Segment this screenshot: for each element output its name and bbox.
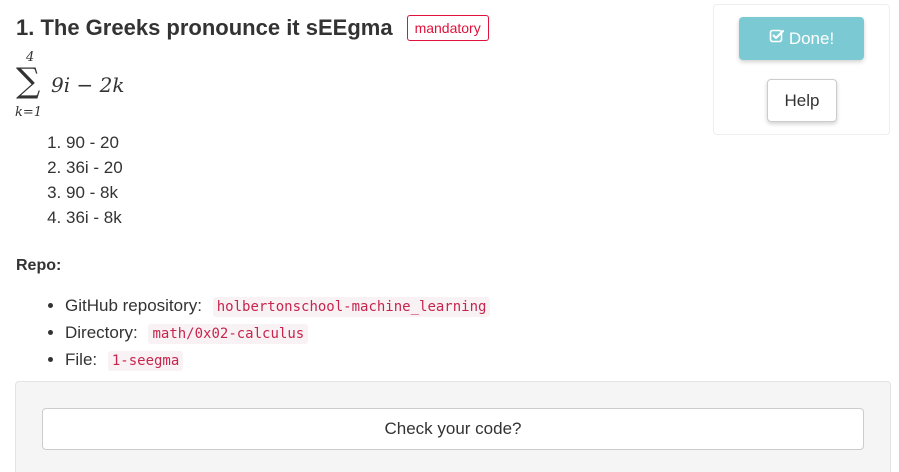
sum-lower-limit: k=1 — [15, 105, 43, 120]
done-button[interactable]: Done! — [739, 17, 864, 60]
answer-choice: 90 - 20 — [66, 130, 123, 155]
answer-choice: 36i - 8k — [66, 205, 123, 230]
answer-choice: 36i - 20 — [66, 155, 123, 180]
repo-item-value: holbertonschool-machine_learning — [212, 297, 491, 317]
done-button-label: Done! — [788, 28, 835, 48]
repo-details: GitHub repository: holbertonschool-machi… — [25, 293, 491, 374]
check-code-well: Check your code? — [15, 381, 891, 472]
task-actions-panel: Done! Help — [713, 4, 890, 135]
repo-item-label: Directory: — [65, 323, 138, 342]
task-page: 1. The Greeks pronounce it sEEgma mandat… — [0, 0, 899, 472]
repo-item-file: File: 1-seegma — [65, 347, 490, 374]
help-button[interactable]: Help — [767, 79, 837, 122]
repo-item-repository: GitHub repository: holbertonschool-machi… — [65, 293, 491, 320]
repo-item-label: GitHub repository: — [65, 296, 202, 315]
answer-choices: 90 - 20 36i - 20 90 - 8k 36i - 8k — [26, 130, 123, 230]
repo-heading: Repo: — [16, 257, 62, 274]
repo-item-label: File: — [65, 350, 98, 369]
sum-symbol: ∑ — [16, 61, 41, 101]
answer-choice: 90 - 8k — [66, 180, 123, 205]
check-code-button[interactable]: Check your code? — [42, 408, 864, 450]
task-header: 1. The Greeks pronounce it sEEgma mandat… — [16, 12, 489, 44]
check-square-icon — [769, 28, 785, 49]
repo-item-value: 1-seegma — [107, 351, 184, 371]
repo-item-directory: Directory: math/0x02-calculus — [65, 320, 490, 347]
repo-item-value: math/0x02-calculus — [148, 324, 309, 344]
sum-expression: 9i − 2k — [51, 73, 125, 97]
task-title: 1. The Greeks pronounce it sEEgma — [16, 15, 393, 40]
summation-formula: 4 ∑ k=1 9i − 2k — [14, 50, 144, 124]
mandatory-badge: mandatory — [406, 15, 489, 41]
